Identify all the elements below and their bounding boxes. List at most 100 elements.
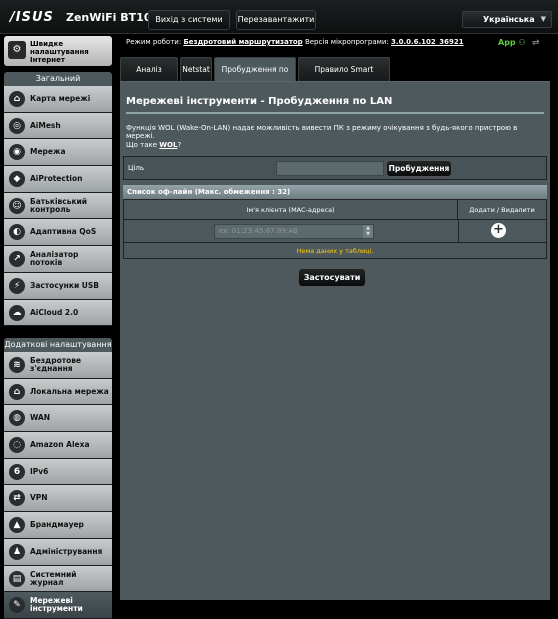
tab-wake-on-lan[interactable]: Пробудження по LAN <box>214 57 296 98</box>
mode-label: Режим роботи: <box>126 38 182 46</box>
sidebar-item-wan[interactable]: ◍ WAN <box>4 405 112 433</box>
usb-status-icon[interactable]: ⇌ <box>532 38 540 48</box>
reboot-button[interactable]: Перезавантажити <box>236 10 316 30</box>
tab-network-analysis[interactable]: Аналіз мережі <box>120 57 178 98</box>
globe-icon: ◍ <box>9 410 25 427</box>
page-title: Мережеві інструменти - Пробудження по LA… <box>126 96 393 107</box>
general-menu: ⌂ Карта мережі ◎ AiMesh ◉ Мережа ◆ AiProtect… <box>4 86 112 327</box>
app-icon: ⚇ <box>518 38 526 47</box>
sidebar-item-network-tools[interactable]: ✎ Мережеві інструменти <box>4 592 112 619</box>
app-indicator[interactable]: App ⚇ <box>498 38 526 47</box>
status-line: Режим роботи: Бездротовий маршрутизатор … <box>126 38 464 46</box>
quick-setup-icon: ⚙ <box>8 41 26 59</box>
advanced-section-title: Додаткові налаштування <box>4 338 112 352</box>
asus-logo: /ISUS <box>10 10 54 25</box>
log-icon: ▤ <box>9 570 25 587</box>
sidebar-item-aimesh[interactable]: ◎ AiMesh <box>4 112 112 140</box>
sidebar-item-usb[interactable]: ⚡ Застосунки USB <box>4 272 112 300</box>
wol-question-suffix: ? <box>177 141 182 149</box>
sidebar: ⚙ Швидке налаштування Інтернет Загальний… <box>4 36 114 619</box>
sidebar-item-label: Amazon Alexa <box>30 440 90 450</box>
fw-label: Версія мікропрограми: <box>304 38 389 46</box>
spinner-icon[interactable]: ▲ ▼ <box>363 225 373 238</box>
logout-button[interactable]: Вихід з системи <box>148 10 230 30</box>
no-data-message: Нема даних у таблиці. <box>296 247 374 255</box>
sidebar-item-network[interactable]: ◉ Мережа <box>4 139 112 167</box>
sidebar-item-label: AiMesh <box>30 120 61 130</box>
top-bar: /ISUS ZenWiFi BT10 Вихід з системи Перез… <box>0 0 558 34</box>
target-input[interactable] <box>276 161 384 176</box>
offline-list-table: Ім'я клієнта (MAC-адреса) Додати / Видал… <box>123 199 547 259</box>
sidebar-item-label: Батьківський контроль <box>30 196 88 214</box>
sidebar-item-label: Бездротове з'єднання <box>30 356 82 373</box>
general-section-title: Загальний <box>4 72 112 86</box>
sidebar-item-ipv6[interactable]: 6 IPv6 <box>4 458 112 486</box>
network-icon: ◉ <box>9 144 25 161</box>
sidebar-item-wireless[interactable]: ≋ Бездротове з'єднання <box>4 352 112 379</box>
wol-link[interactable]: WOL <box>159 141 177 149</box>
sidebar-item-aicloud[interactable]: ☁ AiCloud 2.0 <box>4 299 112 327</box>
wake-button[interactable]: Пробудження <box>386 160 452 177</box>
target-label: Ціль <box>128 164 144 172</box>
sidebar-item-label: Локальна мережа <box>30 386 109 396</box>
language-select[interactable]: Українська ▼ <box>462 11 552 28</box>
sidebar-item-vpn[interactable]: ⇄ VPN <box>4 485 112 513</box>
sidebar-item-firewall[interactable]: ▲ Брандмауер <box>4 512 112 539</box>
aimesh-icon: ◎ <box>9 117 25 134</box>
sidebar-item-label: IPv6 <box>30 466 49 476</box>
sidebar-item-label: WAN <box>30 413 51 423</box>
mac-placeholder: ex: 01:23:45:67:89:AB <box>219 227 298 235</box>
traffic-icon: ↗ <box>9 251 25 268</box>
quick-setup-label: Швидке налаштування Інтернет <box>30 40 89 64</box>
mac-address-input[interactable]: ex: 01:23:45:67:89:AB ▲ ▼ <box>214 224 374 239</box>
tab-netstat[interactable]: Netstat <box>180 57 212 81</box>
sidebar-item-admin[interactable]: ♟ Адміністрування <box>4 538 112 566</box>
sidebar-item-alexa[interactable]: ◌ Amazon Alexa <box>4 432 112 459</box>
firewall-icon: ▲ <box>9 517 25 534</box>
sidebar-item-label: Адміністрування <box>30 546 103 556</box>
sidebar-item-qos[interactable]: ◐ Адаптивна QoS <box>4 219 112 247</box>
column-header-client: Ім'я клієнта (MAC-адреса) <box>124 200 458 220</box>
sidebar-item-label: Мережа <box>30 147 66 157</box>
column-header-action: Додати / Видалити <box>458 200 546 220</box>
sidebar-item-parental[interactable]: ☺ Батьківський контроль <box>4 192 112 220</box>
sidebar-item-aiprotection[interactable]: ◆ AiProtection <box>4 166 112 193</box>
sidebar-item-label: Адаптивна QoS <box>30 227 97 237</box>
model-name: ZenWiFi BT10 <box>66 11 152 24</box>
sidebar-item-label: AiProtection <box>30 174 83 184</box>
app-label: App <box>498 38 516 47</box>
admin-icon: ♟ <box>9 543 25 560</box>
sidebar-item-syslog[interactable]: ▤ Системний журнал <box>4 565 112 593</box>
alexa-icon: ◌ <box>9 437 25 454</box>
add-button[interactable]: + <box>491 223 506 238</box>
wifi-icon: ≋ <box>9 357 25 373</box>
sidebar-item-label: Застосунки USB <box>30 280 100 290</box>
advanced-menu: ≋ Бездротове з'єднання ⌂ Локальна мережа ◍… <box>4 352 112 619</box>
cloud-icon: ☁ <box>9 304 25 321</box>
offline-list-title: Список оф-лайн (Макс. обмеження : 32) <box>123 185 547 199</box>
quick-setup-button[interactable]: ⚙ Швидке налаштування Інтернет <box>4 36 112 66</box>
sidebar-item-lan[interactable]: ⌂ Локальна мережа <box>4 378 112 406</box>
qos-icon: ◐ <box>9 224 25 241</box>
wol-question-prefix: Що таке <box>126 141 160 149</box>
fw-link[interactable]: 3.0.0.6.102_36921 <box>391 38 464 46</box>
shield-icon: ◆ <box>9 171 25 188</box>
apply-button[interactable]: Застосувати <box>298 268 366 287</box>
description: Функція WOL (Wake-On-LAN) надає можливіс… <box>126 124 518 140</box>
target-row: Ціль Пробудження <box>123 156 547 180</box>
mode-link[interactable]: Бездротовий маршрутизатор <box>183 38 302 46</box>
sidebar-item-label: Брандмауер <box>30 520 84 530</box>
ipv6-icon: 6 <box>9 463 25 480</box>
usb-icon: ⚡ <box>9 277 25 294</box>
sidebar-item-network-map[interactable]: ⌂ Карта мережі <box>4 86 112 113</box>
sidebar-item-traffic[interactable]: ↗ Аналізатор потоків <box>4 246 112 273</box>
tab-smart-connect[interactable]: Правило Smart Connect <box>298 57 390 98</box>
network-map-icon: ⌂ <box>9 91 25 107</box>
vpn-icon: ⇄ <box>9 490 25 507</box>
title-divider <box>126 112 544 114</box>
sidebar-item-label: Аналізатор потоків <box>30 250 79 268</box>
language-label: Українська <box>483 15 535 24</box>
wol-question: Що таке WOL? <box>126 141 181 149</box>
sidebar-item-label: Мережеві інструменти <box>30 596 83 614</box>
cell-divider <box>458 220 459 242</box>
